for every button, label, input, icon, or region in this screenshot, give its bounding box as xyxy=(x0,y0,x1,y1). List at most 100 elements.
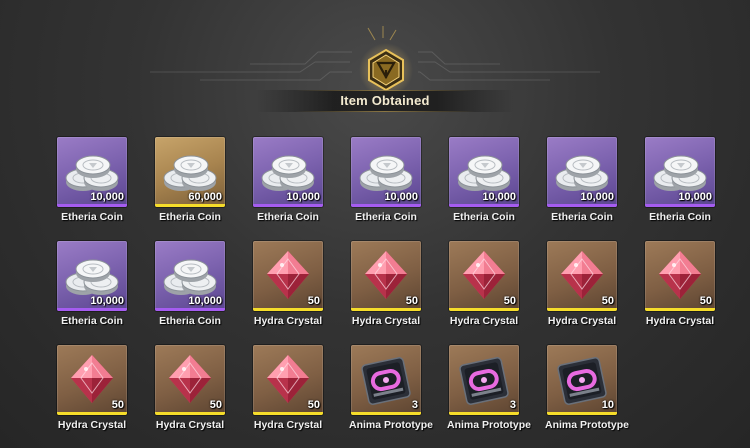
rarity-bar xyxy=(547,308,617,311)
reward-item[interactable]: 50 Hydra Crystal xyxy=(349,241,423,327)
reward-item-name: Etheria Coin xyxy=(453,211,515,223)
reward-item-tile[interactable]: 10 xyxy=(547,345,617,415)
reward-item-tile[interactable]: 50 xyxy=(155,345,225,415)
reward-item[interactable]: 50 Hydra Crystal xyxy=(643,241,717,327)
reward-item[interactable]: 10,000 Etheria Coin xyxy=(153,241,227,327)
reward-item[interactable]: 50 Hydra Crystal xyxy=(545,241,619,327)
reward-item-quantity: 50 xyxy=(405,295,418,307)
reward-item-name: Etheria Coin xyxy=(551,211,613,223)
reward-item-tile[interactable]: 50 xyxy=(645,241,715,311)
reward-item[interactable]: 10,000 Etheria Coin xyxy=(447,137,521,223)
reward-item[interactable]: 10,000 Etheria Coin xyxy=(55,241,129,327)
reward-item[interactable]: 10,000 Etheria Coin xyxy=(55,137,129,223)
reward-item-tile[interactable]: 50 xyxy=(57,345,127,415)
reward-item[interactable]: 3 Anima Prototype xyxy=(447,345,532,431)
rarity-bar xyxy=(547,412,617,415)
reward-item-tile[interactable]: 50 xyxy=(253,345,323,415)
reward-item-name: Hydra Crystal xyxy=(155,419,225,431)
reward-item-quantity: 50 xyxy=(601,295,614,307)
rarity-bar xyxy=(351,412,421,415)
reward-item[interactable]: 10 Anima Prototype xyxy=(545,345,630,431)
rarity-bar xyxy=(449,204,519,207)
reward-item-tile[interactable]: 10,000 xyxy=(645,137,715,207)
reward-item-tile[interactable]: 3 xyxy=(351,345,421,415)
reward-item[interactable]: 50 Hydra Crystal xyxy=(251,345,325,431)
reward-item-name: Hydra Crystal xyxy=(449,315,519,327)
reward-item-name: Etheria Coin xyxy=(159,211,221,223)
reward-grid: 10,000 Etheria Coin 60,000 Etheria Coin xyxy=(0,0,750,448)
reward-item-name: Etheria Coin xyxy=(61,315,123,327)
reward-item-tile[interactable]: 10,000 xyxy=(253,137,323,207)
rarity-bar xyxy=(645,308,715,311)
reward-item-quantity: 10,000 xyxy=(384,191,418,203)
rarity-bar xyxy=(253,204,323,207)
reward-item-quantity: 10,000 xyxy=(482,191,516,203)
reward-item-tile[interactable]: 10,000 xyxy=(547,137,617,207)
reward-item-quantity: 50 xyxy=(503,295,516,307)
reward-item-tile[interactable]: 10,000 xyxy=(351,137,421,207)
reward-item-quantity: 60,000 xyxy=(188,191,222,203)
reward-item-tile[interactable]: 10,000 xyxy=(155,241,225,311)
reward-item-quantity: 50 xyxy=(307,399,320,411)
reward-item-quantity: 50 xyxy=(307,295,320,307)
reward-item[interactable]: 60,000 Etheria Coin xyxy=(153,137,227,223)
rarity-bar xyxy=(155,412,225,415)
reward-item-name: Etheria Coin xyxy=(257,211,319,223)
reward-item-tile[interactable]: 10,000 xyxy=(57,241,127,311)
rarity-bar xyxy=(57,412,127,415)
reward-item-tile[interactable]: 50 xyxy=(449,241,519,311)
reward-item[interactable]: 50 Hydra Crystal xyxy=(251,241,325,327)
reward-item-name: Hydra Crystal xyxy=(547,315,617,327)
reward-item-tile[interactable]: 10,000 xyxy=(57,137,127,207)
reward-item-quantity: 50 xyxy=(699,295,712,307)
rarity-bar xyxy=(57,308,127,311)
reward-item[interactable]: 10,000 Etheria Coin xyxy=(643,137,717,223)
reward-item[interactable]: 10,000 Etheria Coin xyxy=(251,137,325,223)
rarity-bar xyxy=(449,308,519,311)
reward-item-quantity: 10 xyxy=(601,399,614,411)
rarity-bar xyxy=(351,308,421,311)
reward-item-quantity: 3 xyxy=(509,399,516,411)
reward-item-quantity: 10,000 xyxy=(286,191,320,203)
reward-item-name: Anima Prototype xyxy=(545,419,630,431)
reward-item-name: Etheria Coin xyxy=(355,211,417,223)
reward-item[interactable]: 10,000 Etheria Coin xyxy=(349,137,423,223)
reward-item-quantity: 10,000 xyxy=(90,191,124,203)
reward-item-quantity: 3 xyxy=(411,399,418,411)
rarity-bar xyxy=(253,308,323,311)
reward-item[interactable]: 10,000 Etheria Coin xyxy=(545,137,619,223)
reward-item-name: Anima Prototype xyxy=(349,419,434,431)
reward-item-quantity: 50 xyxy=(209,399,222,411)
reward-item[interactable]: 50 Hydra Crystal xyxy=(153,345,227,431)
reward-item[interactable]: 3 Anima Prototype xyxy=(349,345,434,431)
reward-item-tile[interactable]: 50 xyxy=(547,241,617,311)
reward-item-tile[interactable]: 50 xyxy=(351,241,421,311)
reward-item-quantity: 10,000 xyxy=(678,191,712,203)
reward-item-name: Hydra Crystal xyxy=(645,315,715,327)
reward-item-name: Etheria Coin xyxy=(649,211,711,223)
reward-item-tile[interactable]: 10,000 xyxy=(449,137,519,207)
reward-item-name: Hydra Crystal xyxy=(57,419,127,431)
rarity-bar xyxy=(155,308,225,311)
rarity-bar xyxy=(547,204,617,207)
reward-item-name: Hydra Crystal xyxy=(253,419,323,431)
rarity-bar xyxy=(449,412,519,415)
reward-item-quantity: 10,000 xyxy=(188,295,222,307)
reward-item-quantity: 10,000 xyxy=(580,191,614,203)
reward-item-quantity: 10,000 xyxy=(90,295,124,307)
rarity-bar xyxy=(57,204,127,207)
reward-item-tile[interactable]: 60,000 xyxy=(155,137,225,207)
reward-item-tile[interactable]: 3 xyxy=(449,345,519,415)
rarity-bar xyxy=(645,204,715,207)
rarity-bar xyxy=(351,204,421,207)
reward-item-tile[interactable]: 50 xyxy=(253,241,323,311)
reward-item-name: Hydra Crystal xyxy=(253,315,323,327)
reward-item-name: Etheria Coin xyxy=(61,211,123,223)
reward-item[interactable]: 50 Hydra Crystal xyxy=(55,345,129,431)
rarity-bar xyxy=(253,412,323,415)
reward-item-name: Anima Prototype xyxy=(447,419,532,431)
reward-item-name: Etheria Coin xyxy=(159,315,221,327)
reward-item[interactable]: 50 Hydra Crystal xyxy=(447,241,521,327)
reward-item-name: Hydra Crystal xyxy=(351,315,421,327)
rarity-bar xyxy=(155,204,225,207)
